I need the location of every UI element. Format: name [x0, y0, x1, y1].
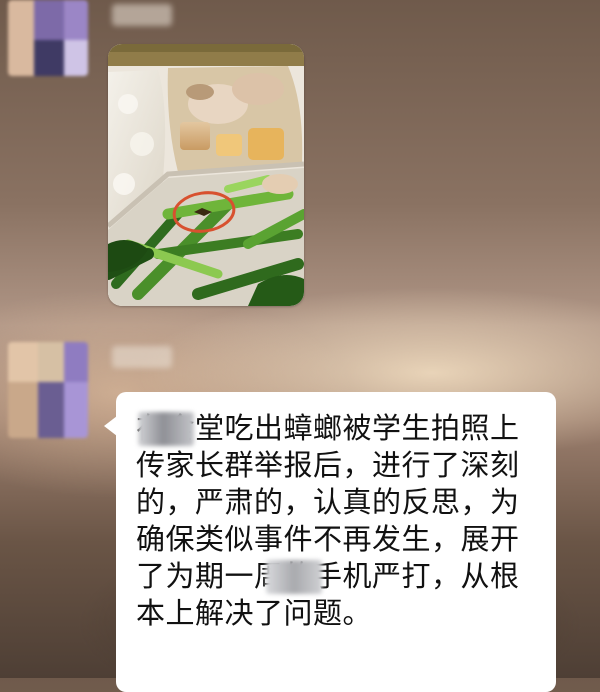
- food-photo-message[interactable]: [108, 44, 304, 306]
- text-message-bubble[interactable]: 在食堂吃出蟑螂被学生拍照上传家长群举报后，进行了深刻的，严肃的，认真的反思，为确…: [104, 392, 556, 692]
- sender-name-blurred: [112, 4, 172, 26]
- sender-avatar[interactable]: [8, 0, 88, 76]
- redacted-mosaic: [138, 412, 194, 446]
- lunch-tray-photo-icon: [108, 44, 304, 306]
- message-text: 在食堂吃出蟑螂被学生拍照上传家长群举报后，进行了深刻的，严肃的，认真的反思，为确…: [136, 411, 520, 630]
- sender-name-blurred: [112, 346, 172, 368]
- redacted-mosaic: [266, 560, 322, 594]
- sender-avatar[interactable]: [8, 342, 88, 438]
